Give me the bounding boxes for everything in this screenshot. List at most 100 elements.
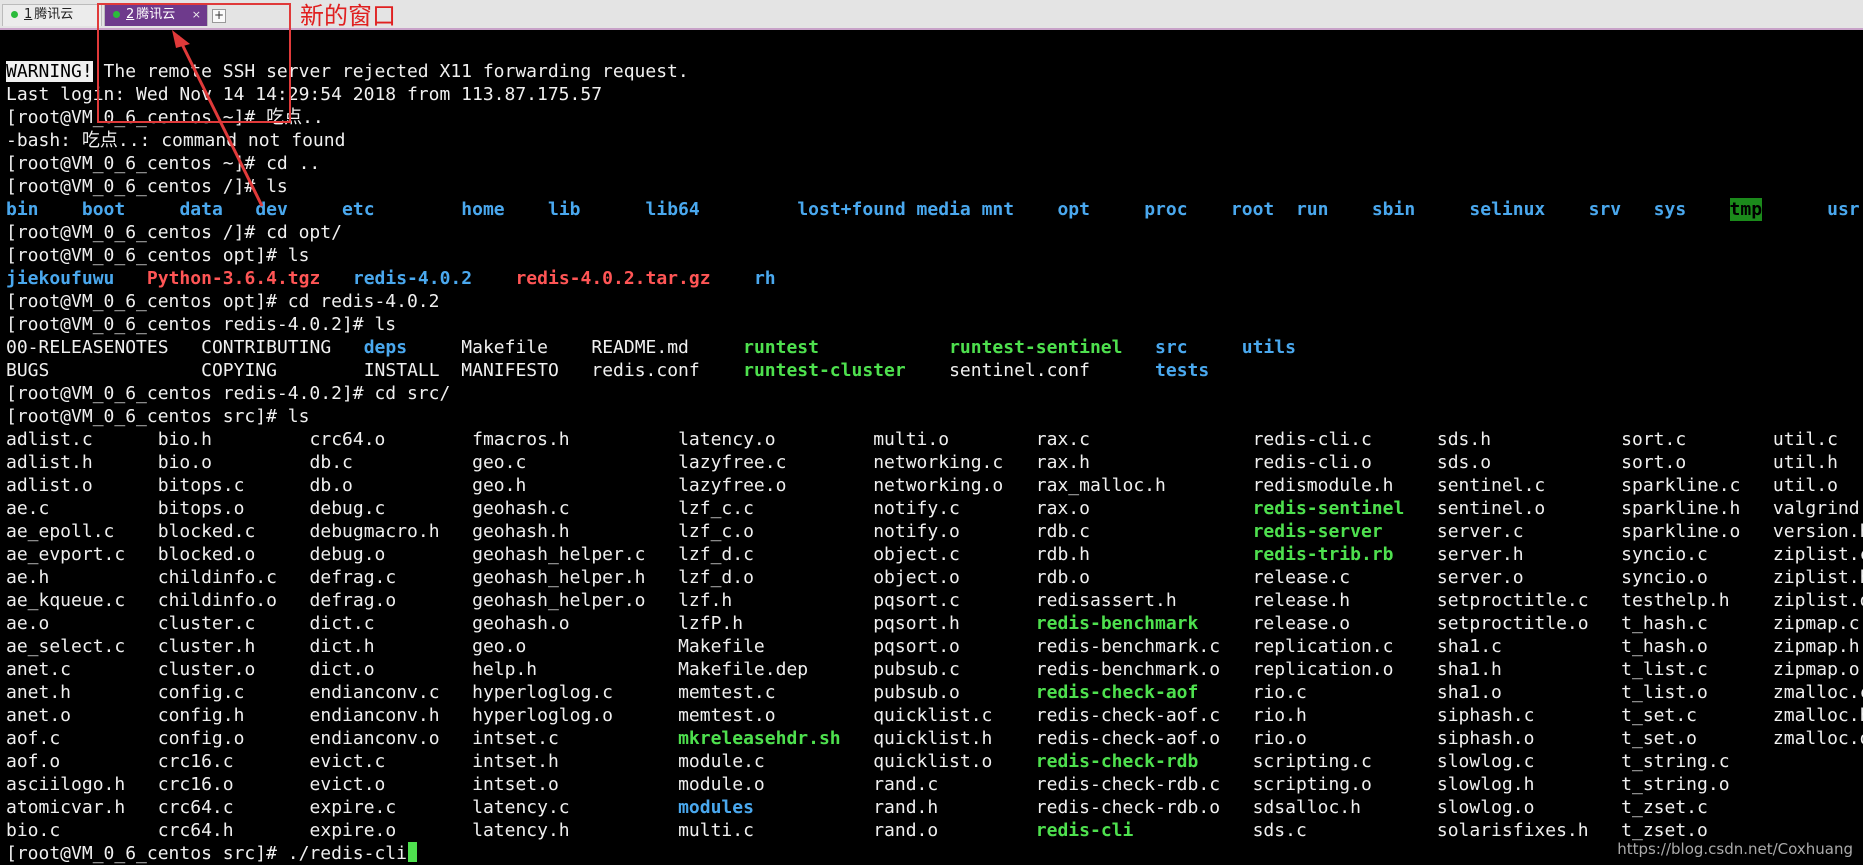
file-entry: MANIFESTO xyxy=(461,360,559,381)
file-entry: Makefile xyxy=(678,636,765,657)
file-entry: runtest-sentinel xyxy=(949,337,1123,358)
terminal-line: [root@VM_0_6_centos /]# ls xyxy=(6,175,1856,198)
file-entry: BUGS xyxy=(6,360,50,381)
file-entry: quicklist.o xyxy=(873,751,993,772)
file-entry: etc xyxy=(342,199,375,220)
file-entry: t_hash.c xyxy=(1621,613,1708,634)
tab-2-number: 2 xyxy=(126,7,135,22)
file-entry: endianconv.h xyxy=(309,705,440,726)
cursor-block xyxy=(407,842,417,862)
file-entry: util.o xyxy=(1772,475,1838,496)
file-entry: t_set.c xyxy=(1621,705,1698,726)
terminal-line: anet.o config.h endianconv.h hyperloglog.o m… xyxy=(6,704,1863,727)
tab-2[interactable]: 2 腾讯云 × xyxy=(104,4,208,26)
file-entry: sentinel.c xyxy=(1436,475,1546,496)
new-tab-button[interactable]: + xyxy=(212,9,226,23)
file-entry: blocked.c xyxy=(157,521,256,542)
file-entry: ae.h xyxy=(6,567,50,588)
file-entry: redis-server xyxy=(1252,521,1383,542)
file-entry: server.c xyxy=(1436,521,1524,542)
file-entry: lzf_d.o xyxy=(678,567,754,588)
terminal-text: The remote SSH server rejected X11 forwa… xyxy=(92,61,689,82)
file-entry: usr xyxy=(1827,199,1860,220)
file-entry: mkreleasehdr.sh xyxy=(678,728,841,749)
file-entry: crc64.c xyxy=(157,797,234,818)
file-entry: hyperloglog.o xyxy=(472,705,613,726)
terminal-text: Last login: Wed Nov 14 14:29:54 2018 fro… xyxy=(6,84,603,105)
file-entry: module.o xyxy=(678,774,765,795)
file-entry: t_hash.o xyxy=(1621,636,1708,657)
file-entry: redis-trib.rb xyxy=(1252,544,1394,565)
file-entry: cluster.h xyxy=(157,636,256,657)
file-entry: 00-RELEASENOTES xyxy=(6,337,169,358)
file-entry: version.h xyxy=(1772,521,1863,542)
file-entry: pqsort.c xyxy=(873,590,960,611)
file-entry: geo.h xyxy=(472,475,527,496)
file-entry: Makefile.dep xyxy=(678,659,809,680)
file-entry: rand.o xyxy=(873,820,939,841)
file-entry: sparkline.c xyxy=(1621,475,1741,496)
terminal-line: Last login: Wed Nov 14 14:29:54 2018 fro… xyxy=(6,83,1856,106)
file-entry: home xyxy=(461,199,505,220)
file-entry: lzf_c.c xyxy=(678,498,754,519)
terminal-line: anet.h config.c endianconv.c hyperloglog.c m… xyxy=(6,681,1863,704)
file-entry: redis-cli xyxy=(1035,820,1134,841)
file-entry: rax_malloc.h xyxy=(1035,475,1166,496)
file-entry: utils xyxy=(1241,337,1296,358)
file-entry: redis-benchmark xyxy=(1035,613,1199,634)
file-entry: quicklist.c xyxy=(873,705,993,726)
file-entry: scripting.o xyxy=(1252,774,1372,795)
file-entry: runtest xyxy=(743,337,819,358)
file-entry: sys xyxy=(1653,199,1687,220)
file-entry: slowlog.o xyxy=(1436,797,1535,818)
tab-1-number: 1 xyxy=(24,7,33,22)
file-entry: pubsub.c xyxy=(873,659,960,680)
file-entry: zmalloc.c xyxy=(1772,682,1863,703)
file-entry: rdb.o xyxy=(1035,567,1090,588)
file-entry: debug.o xyxy=(309,544,386,565)
file-entry: geohash.c xyxy=(472,498,570,519)
tab-1[interactable]: 1 腾讯云 xyxy=(2,4,102,26)
terminal-line: 00-RELEASENOTES CONTRIBUTING deps Makefile R… xyxy=(6,336,1856,359)
file-entry: bin xyxy=(6,199,39,220)
terminal-line: [root@VM_0_6_centos redis-4.0.2]# cd src… xyxy=(6,382,1856,405)
file-entry: scripting.c xyxy=(1252,751,1372,772)
file-entry: config.c xyxy=(157,682,245,703)
file-entry: boot xyxy=(81,199,126,220)
file-entry: debugmacro.h xyxy=(309,521,440,542)
file-entry: rdb.c xyxy=(1035,521,1090,542)
file-entry: lzf_c.o xyxy=(678,521,754,542)
terminal-line: bio.c crc64.h expire.o latency.h multi.c rand… xyxy=(6,819,1856,842)
file-entry: rdb.h xyxy=(1035,544,1090,565)
file-entry: siphash.c xyxy=(1436,705,1535,726)
terminal-line: BUGS COPYING INSTALL MANIFESTO redis.conf run… xyxy=(6,359,1856,382)
file-entry: replication.o xyxy=(1252,659,1394,680)
tab-1-label: 腾讯云 xyxy=(34,7,74,22)
file-entry: util.h xyxy=(1772,452,1838,473)
file-entry: t_list.c xyxy=(1621,659,1708,680)
file-entry: tmp xyxy=(1729,198,1763,221)
file-entry: setproctitle.o xyxy=(1436,613,1589,634)
file-entry: childinfo.o xyxy=(157,590,277,611)
terminal-line: WARNING! The remote SSH server rejected … xyxy=(6,60,1856,83)
file-entry: anet.c xyxy=(6,659,72,680)
file-entry: childinfo.c xyxy=(157,567,277,588)
close-tab-icon[interactable]: × xyxy=(192,5,201,25)
file-entry: ziplist.o xyxy=(1772,590,1863,611)
terminal-output[interactable]: WARNING! The remote SSH server rejected … xyxy=(6,60,1863,865)
file-entry: redis.conf xyxy=(591,360,700,381)
file-entry: sha1.o xyxy=(1436,682,1502,703)
terminal-line: [root@VM_0_6_centos src]# ./redis-cli xyxy=(6,842,1856,865)
file-entry: lazyfree.o xyxy=(678,475,787,496)
file-entry: siphash.o xyxy=(1436,728,1535,749)
file-entry: sha1.h xyxy=(1436,659,1502,680)
file-entry: setproctitle.c xyxy=(1436,590,1589,611)
file-entry: redis-cli.o xyxy=(1252,452,1372,473)
file-entry: sbin xyxy=(1371,199,1416,220)
file-entry: rand.h xyxy=(873,797,939,818)
file-entry: bitops.o xyxy=(157,498,245,519)
file-entry: dev xyxy=(255,199,288,220)
file-entry: bio.h xyxy=(157,429,212,450)
file-entry: intset.h xyxy=(472,751,559,772)
file-entry: multi.c xyxy=(678,820,754,841)
